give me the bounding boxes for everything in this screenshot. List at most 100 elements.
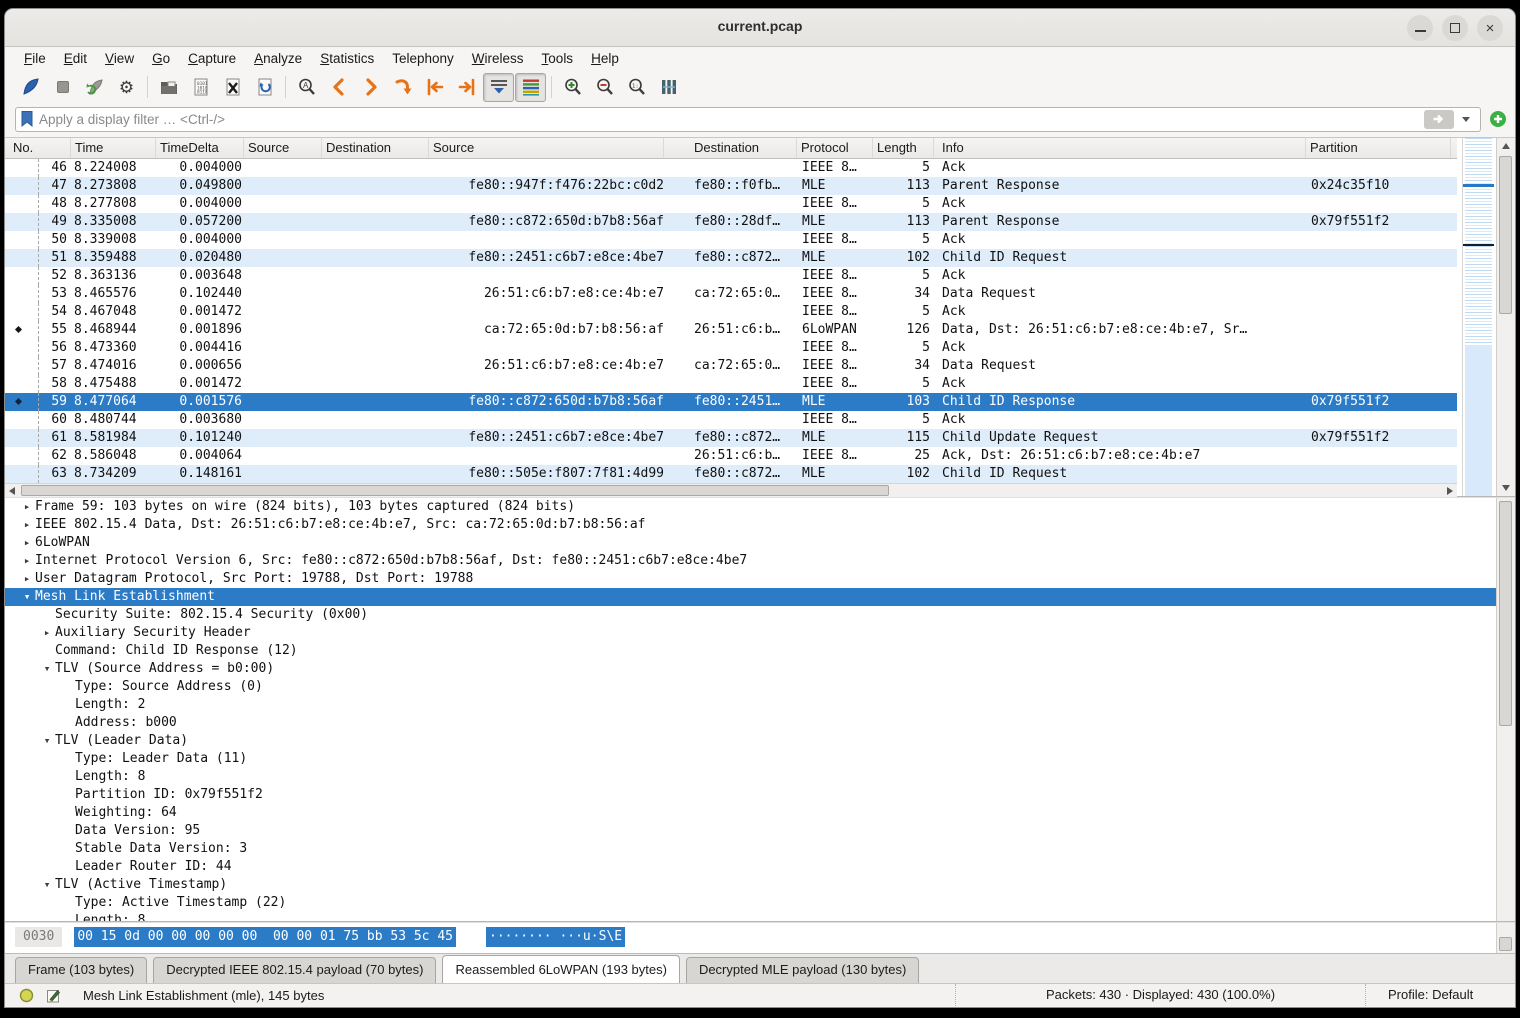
details-scroll-thumb[interactable] bbox=[1499, 501, 1512, 726]
expander-arrow-icon[interactable] bbox=[59, 786, 75, 804]
expert-info-button[interactable] bbox=[19, 988, 34, 1003]
detail-tree-line[interactable]: Type: Source Address (0) bbox=[5, 678, 1515, 696]
menu-item[interactable]: Tools bbox=[533, 49, 583, 68]
bytes-scrollbar[interactable] bbox=[1496, 923, 1515, 953]
expander-arrow-icon[interactable]: ▸ bbox=[19, 534, 35, 552]
column-header-timedelta[interactable]: TimeDelta bbox=[156, 138, 244, 158]
go-to-packet-button[interactable] bbox=[387, 73, 418, 102]
packet-row[interactable]: 56 8.473360 0.004416 IEEE 8… 5 Ack bbox=[5, 339, 1457, 357]
reload-file-button[interactable] bbox=[249, 73, 280, 102]
go-back-button[interactable] bbox=[323, 73, 354, 102]
packet-row[interactable]: 47 8.273808 0.049800 fe80::947f:f476:22b… bbox=[5, 177, 1457, 195]
detail-tree-line[interactable]: Type: Active Timestamp (22) bbox=[5, 894, 1515, 912]
column-header-time[interactable]: Time bbox=[71, 138, 156, 158]
detail-tree-line[interactable]: ▾ TLV (Active Timestamp) bbox=[5, 876, 1515, 894]
expander-arrow-icon[interactable] bbox=[59, 714, 75, 732]
detail-tree-line[interactable]: Address: b000 bbox=[5, 714, 1515, 732]
scroll-left-arrow-icon[interactable] bbox=[9, 487, 15, 495]
menu-item[interactable]: Telephony bbox=[383, 49, 463, 68]
packet-row[interactable]: 53 8.465576 0.102440 26:51:c6:b7:e8:ce:4… bbox=[5, 285, 1457, 303]
colorize-toggle[interactable] bbox=[515, 73, 546, 102]
expander-arrow-icon[interactable] bbox=[59, 840, 75, 858]
detail-tree-line[interactable]: ▸ 6LoWPAN bbox=[5, 534, 1515, 552]
restart-capture-button[interactable] bbox=[79, 73, 110, 102]
detail-tree-line[interactable]: Weighting: 64 bbox=[5, 804, 1515, 822]
packet-row[interactable]: 50 8.339008 0.004000 IEEE 8… 5 Ack bbox=[5, 231, 1457, 249]
menu-item[interactable]: Capture bbox=[179, 49, 245, 68]
menu-item[interactable]: Go bbox=[143, 49, 179, 68]
bytes-tab[interactable]: Reassembled 6LoWPAN (193 bytes) bbox=[442, 955, 679, 983]
expander-arrow-icon[interactable]: ▸ bbox=[19, 570, 35, 588]
column-header-source1[interactable]: Source bbox=[244, 138, 322, 158]
profile-selector[interactable]: Profile: Default bbox=[1365, 984, 1515, 1006]
close-file-button[interactable] bbox=[217, 73, 248, 102]
menu-item[interactable]: Analyze bbox=[245, 49, 311, 68]
packet-row[interactable]: 60 8.480744 0.003680 IEEE 8… 5 Ack bbox=[5, 411, 1457, 429]
column-header-info[interactable]: Info bbox=[934, 138, 1306, 158]
detail-tree-line[interactable]: Command: Child ID Response (12) bbox=[5, 642, 1515, 660]
expander-arrow-icon[interactable]: ▸ bbox=[19, 498, 35, 516]
column-header-destination1[interactable]: Destination bbox=[322, 138, 429, 158]
expander-arrow-icon[interactable]: ▸ bbox=[19, 552, 35, 570]
expander-arrow-icon[interactable] bbox=[59, 678, 75, 696]
intelligent-scrollbar-minimap[interactable] bbox=[1462, 138, 1494, 496]
packet-row[interactable]: 59 8.477064 0.001576 fe80::c872:650d:b7b… bbox=[5, 393, 1457, 411]
detail-tree-line[interactable]: ▸ IEEE 802.15.4 Data, Dst: 26:51:c6:b7:e… bbox=[5, 516, 1515, 534]
hex-bytes-highlighted[interactable]: 00 15 0d 00 00 00 00 00 00 00 01 75 bb 5… bbox=[74, 927, 456, 947]
scroll-down-arrow-icon[interactable] bbox=[1502, 485, 1510, 491]
menu-item[interactable]: Statistics bbox=[311, 49, 383, 68]
packet-row[interactable]: 51 8.359488 0.020480 fe80::2451:c6b7:e8c… bbox=[5, 249, 1457, 267]
zoom-in-button[interactable] bbox=[557, 73, 588, 102]
packet-row[interactable]: 54 8.467048 0.001472 IEEE 8… 5 Ack bbox=[5, 303, 1457, 321]
expander-arrow-icon[interactable] bbox=[59, 894, 75, 912]
expander-arrow-icon[interactable]: ▸ bbox=[19, 516, 35, 534]
bytes-tab[interactable]: Frame (103 bytes) bbox=[15, 957, 147, 983]
bytes-tab[interactable]: Decrypted MLE payload (130 bytes) bbox=[686, 957, 919, 983]
detail-tree-line[interactable]: Leader Router ID: 44 bbox=[5, 858, 1515, 876]
titlebar[interactable]: current.pcap × bbox=[5, 9, 1515, 47]
detail-tree-line[interactable]: Security Suite: 802.15.4 Security (0x00) bbox=[5, 606, 1515, 624]
column-header-length[interactable]: Length bbox=[873, 138, 934, 158]
detail-tree-line[interactable]: ▸ Auxiliary Security Header bbox=[5, 624, 1515, 642]
detail-tree-line[interactable]: Length: 8 bbox=[5, 912, 1515, 921]
resize-columns-button[interactable] bbox=[653, 73, 684, 102]
menu-item[interactable]: Help bbox=[582, 49, 628, 68]
column-header-destination2[interactable]: Destination bbox=[664, 138, 797, 158]
apply-filter-button[interactable] bbox=[1424, 110, 1454, 129]
save-file-button[interactable]: 010110100110 bbox=[185, 73, 216, 102]
horizontal-scroll-thumb[interactable] bbox=[21, 485, 889, 496]
column-header-source2[interactable]: Source bbox=[429, 138, 664, 158]
bytes-scroll-thumb[interactable] bbox=[1499, 937, 1512, 951]
detail-tree-line[interactable]: ▾ TLV (Leader Data) bbox=[5, 732, 1515, 750]
column-header-protocol[interactable]: Protocol bbox=[797, 138, 873, 158]
packet-row[interactable]: 62 8.586048 0.004064 26:51:c6:b… IEEE 8…… bbox=[5, 447, 1457, 465]
maximize-button[interactable] bbox=[1442, 15, 1468, 41]
zoom-original-button[interactable]: 1:1 bbox=[621, 73, 652, 102]
column-header-no[interactable]: No. bbox=[9, 138, 71, 158]
column-header-partition[interactable]: Partition bbox=[1306, 138, 1451, 158]
expander-arrow-icon[interactable]: ▾ bbox=[19, 588, 35, 606]
stop-capture-button[interactable] bbox=[47, 73, 78, 102]
zoom-out-button[interactable] bbox=[589, 73, 620, 102]
detail-tree-line[interactable]: ▸ User Datagram Protocol, Src Port: 1978… bbox=[5, 570, 1515, 588]
filter-text-input[interactable] bbox=[39, 112, 1420, 127]
detail-tree-line[interactable]: ▾ Mesh Link Establishment bbox=[5, 588, 1515, 606]
expander-arrow-icon[interactable]: ▸ bbox=[39, 624, 55, 642]
detail-tree-line[interactable]: Partition ID: 0x79f551f2 bbox=[5, 786, 1515, 804]
detail-tree-line[interactable]: ▸ Internet Protocol Version 6, Src: fe80… bbox=[5, 552, 1515, 570]
detail-tree-line[interactable]: Length: 2 bbox=[5, 696, 1515, 714]
expander-arrow-icon[interactable] bbox=[59, 750, 75, 768]
packet-row[interactable]: 57 8.474016 0.000656 26:51:c6:b7:e8:ce:4… bbox=[5, 357, 1457, 375]
open-file-button[interactable] bbox=[153, 73, 184, 102]
filter-dropdown-caret-icon[interactable] bbox=[1462, 117, 1470, 122]
expander-arrow-icon[interactable] bbox=[39, 606, 55, 624]
expander-arrow-icon[interactable] bbox=[59, 822, 75, 840]
expander-arrow-icon[interactable] bbox=[59, 858, 75, 876]
add-filter-button[interactable] bbox=[1489, 110, 1507, 128]
capture-options-button[interactable]: ⚙ bbox=[111, 73, 142, 102]
expander-arrow-icon[interactable]: ▾ bbox=[39, 660, 55, 678]
detail-tree-line[interactable]: Data Version: 95 bbox=[5, 822, 1515, 840]
capture-comment-button[interactable] bbox=[46, 988, 61, 1003]
packet-row[interactable]: 55 8.468944 0.001896 ca:72:65:0d:b7:b8:5… bbox=[5, 321, 1457, 339]
go-last-button[interactable] bbox=[451, 73, 482, 102]
